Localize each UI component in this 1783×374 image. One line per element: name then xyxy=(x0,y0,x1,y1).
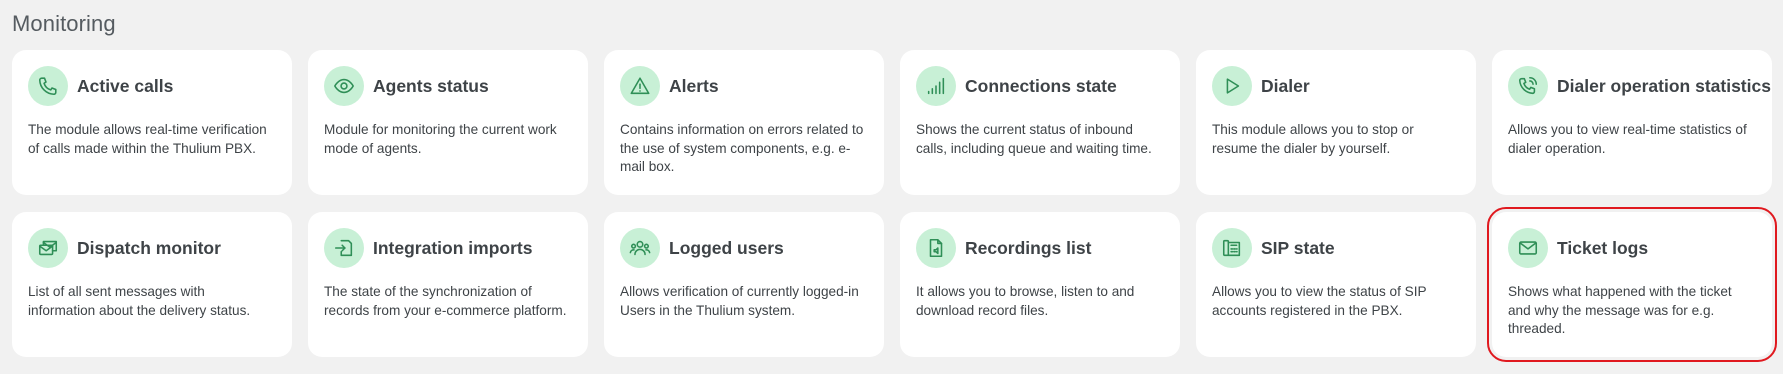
card-description: Allows you to view real-time statistics … xyxy=(1508,122,1747,156)
module-card-dialer-operation-statistics[interactable]: Dialer operation statistics Allows you t… xyxy=(1492,50,1772,195)
card-title: Dialer operation statistics xyxy=(1557,75,1771,96)
card-header: Integration imports xyxy=(324,228,572,268)
card-description: Allows verification of currently logged-… xyxy=(620,284,859,318)
module-card-alerts[interactable]: Alerts Contains information on errors re… xyxy=(604,50,884,195)
card-header: Alerts xyxy=(620,66,868,106)
eye-icon xyxy=(324,66,364,106)
signal-bars-icon xyxy=(916,66,956,106)
card-title: Connections state xyxy=(965,75,1117,96)
card-header: Active calls xyxy=(28,66,276,106)
card-title: Recordings list xyxy=(965,237,1092,258)
users-icon xyxy=(620,228,660,268)
card-title: Dialer xyxy=(1261,75,1310,96)
card-description: This module allows you to stop or resume… xyxy=(1212,122,1414,156)
phone-chart-icon xyxy=(1508,66,1548,106)
card-title: Logged users xyxy=(669,237,784,258)
card-header: Agents status xyxy=(324,66,572,106)
desk-phone-icon xyxy=(1212,228,1252,268)
module-card-connections-state[interactable]: Connections state Shows the current stat… xyxy=(900,50,1180,195)
card-title: Dispatch monitor xyxy=(77,237,221,258)
module-card-dispatch-monitor[interactable]: Dispatch monitor List of all sent messag… xyxy=(12,212,292,357)
module-grid: Active calls The module allows real-time… xyxy=(12,50,1777,374)
module-card-agents-status[interactable]: Agents status Module for monitoring the … xyxy=(308,50,588,195)
section-title: Monitoring xyxy=(12,11,116,36)
module-card-logged-users[interactable]: Logged users Allows verification of curr… xyxy=(604,212,884,357)
card-title: Integration imports xyxy=(373,237,533,258)
card-title: SIP state xyxy=(1261,237,1335,258)
card-header: Recordings list xyxy=(916,228,1164,268)
card-description: Shows the current status of inbound call… xyxy=(916,122,1152,156)
card-header: Dispatch monitor xyxy=(28,228,276,268)
card-header: Dialer xyxy=(1212,66,1460,106)
audio-file-icon xyxy=(916,228,956,268)
module-card-dialer[interactable]: Dialer This module allows you to stop or… xyxy=(1196,50,1476,195)
card-title: Active calls xyxy=(77,75,174,96)
module-card-sip-state[interactable]: SIP state Allows you to view the status … xyxy=(1196,212,1476,357)
card-description: It allows you to browse, listen to and d… xyxy=(916,284,1135,318)
card-title: Agents status xyxy=(373,75,489,96)
import-icon xyxy=(324,228,364,268)
warning-icon xyxy=(620,66,660,106)
card-description: List of all sent messages with informati… xyxy=(28,284,251,318)
phone-icon xyxy=(28,66,68,106)
card-description: The state of the synchronization of reco… xyxy=(324,284,567,318)
play-icon xyxy=(1212,66,1252,106)
module-card-ticket-logs[interactable]: Ticket logs Shows what happened with the… xyxy=(1487,207,1777,362)
card-title: Ticket logs xyxy=(1557,237,1649,258)
card-description: The module allows real-time verification… xyxy=(28,122,267,156)
card-header: Ticket logs xyxy=(1508,228,1756,268)
card-description: Shows what happened with the ticket and … xyxy=(1508,284,1732,336)
card-description: Allows you to view the status of SIP acc… xyxy=(1212,284,1427,318)
module-card-integration-imports[interactable]: Integration imports The state of the syn… xyxy=(308,212,588,357)
envelope-icon xyxy=(1508,228,1548,268)
card-title: Alerts xyxy=(669,75,719,96)
module-card-active-calls[interactable]: Active calls The module allows real-time… xyxy=(12,50,292,195)
card-header: Connections state xyxy=(916,66,1164,106)
envelopes-icon xyxy=(28,228,68,268)
card-header: SIP state xyxy=(1212,228,1460,268)
card-header: Dialer operation statistics xyxy=(1508,66,1771,106)
module-card-recordings-list[interactable]: Recordings list It allows you to browse,… xyxy=(900,212,1180,357)
card-description: Contains information on errors related t… xyxy=(620,122,864,174)
card-description: Module for monitoring the current work m… xyxy=(324,122,557,156)
card-header: Logged users xyxy=(620,228,868,268)
